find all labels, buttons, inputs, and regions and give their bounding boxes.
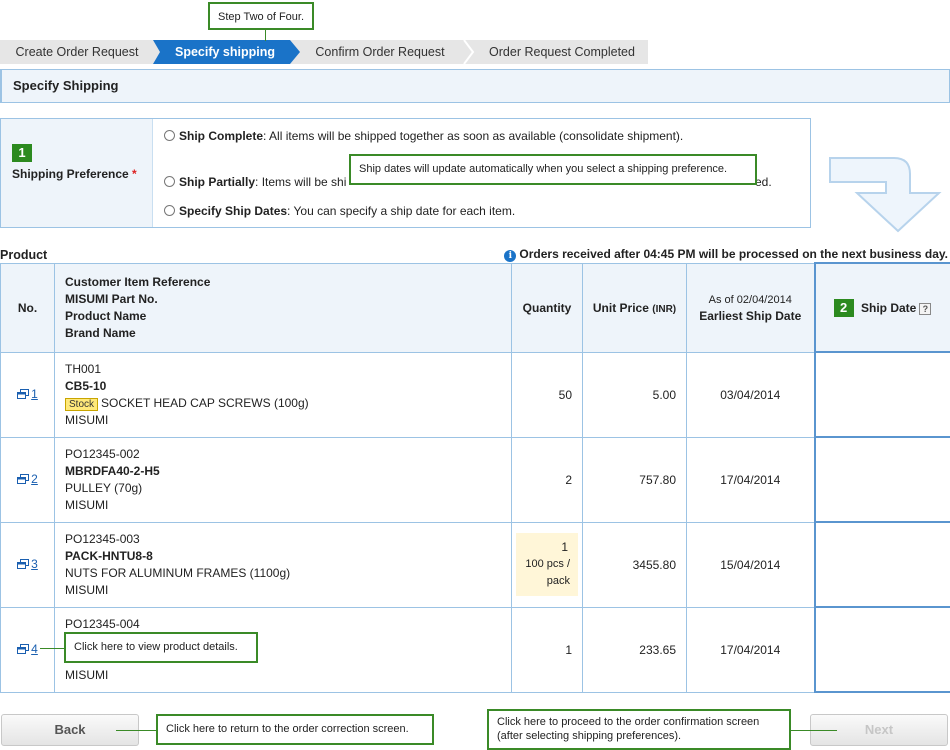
step-order-completed: Order Request Completed <box>489 45 635 59</box>
step-number-badge-2: 2 <box>833 298 854 317</box>
col-header-earliest-ship-date: As of 02/04/2014 Earliest Ship Date <box>686 262 815 353</box>
ship-date-cell[interactable] <box>813 521 950 608</box>
table-header-row: No. Customer Item Reference MISUMI Part … <box>0 262 950 353</box>
description-cell: TH001 CB5-10 Stock SOCKET HEAD CAP SCREWS… <box>54 351 512 438</box>
step-create-order: Create Order Request <box>15 45 139 59</box>
down-arrow-icon <box>829 157 942 233</box>
back-callout-leader <box>116 730 157 731</box>
quantity-cell: 1 100 pcs / pack <box>511 521 583 608</box>
product-details-callout-leader <box>40 648 64 649</box>
ship-complete-option[interactable]: Ship Complete: All items will be shipped… <box>164 129 683 143</box>
product-detail-link[interactable]: 2 <box>31 472 38 486</box>
back-callout: Click here to return to the order correc… <box>156 714 434 745</box>
ship-partially-desc-end: ed. <box>755 175 772 189</box>
open-window-icon[interactable] <box>17 473 30 487</box>
ship-dates-callout: Ship dates will update automatically whe… <box>349 154 757 185</box>
section-title: Specify Shipping <box>0 69 950 103</box>
step-number-badge-1: 1 <box>12 144 32 162</box>
col-header-unit-price: Unit Price (INR) <box>582 262 687 353</box>
earliest-ship-date-cell: 15/04/2014 <box>686 521 815 608</box>
unit-price-cell: 5.00 <box>582 351 687 438</box>
step-specify-shipping: Specify shipping <box>160 40 290 64</box>
quantity-cell: 1 <box>511 606 583 693</box>
row-no-cell: 2 <box>0 436 55 523</box>
col-header-description: Customer Item Reference MISUMI Part No. … <box>54 262 512 353</box>
product-details-callout: Click here to view product details. <box>64 632 258 663</box>
ship-complete-radio[interactable] <box>164 130 175 141</box>
product-table: No. Customer Item Reference MISUMI Part … <box>0 262 950 693</box>
description-cell: PO12345-003 PACK-HNTU8-8 NUTS FOR ALUMIN… <box>54 521 512 608</box>
step-confirm-order: Confirm Order Request <box>315 45 445 59</box>
ship-partially-radio[interactable] <box>164 176 175 187</box>
open-window-icon[interactable] <box>17 643 30 657</box>
product-detail-link[interactable]: 4 <box>31 642 38 656</box>
row-no-cell: 4 <box>0 606 55 693</box>
next-callout-leader <box>791 730 837 731</box>
ship-date-cell[interactable] <box>813 351 950 438</box>
product-heading: Product <box>0 248 48 262</box>
description-cell: PO12345-002 MBRDFA40-2-H5 PULLEY (70g) M… <box>54 436 512 523</box>
required-marker: * <box>132 167 137 181</box>
unit-price-cell: 233.65 <box>582 606 687 693</box>
open-window-icon[interactable] <box>17 558 30 572</box>
col-header-quantity: Quantity <box>511 262 583 353</box>
stock-badge: Stock <box>65 397 99 411</box>
table-row: 2 PO12345-002 MBRDFA40-2-H5 PULLEY (70g)… <box>0 436 950 523</box>
cutoff-notice: i Orders received after 04:45 PM will be … <box>504 247 948 262</box>
table-row: 1 TH001 CB5-10 Stock SOCKET HEAD CAP SCRE… <box>0 351 950 438</box>
open-window-icon[interactable] <box>17 388 30 402</box>
help-icon[interactable]: ? <box>919 302 932 315</box>
step-separator-chevron <box>463 40 475 64</box>
table-row: 3 PO12345-003 PACK-HNTU8-8 NUTS FOR ALUM… <box>0 521 950 608</box>
quantity-cell: 50 <box>511 351 583 438</box>
shipping-preference-label: Shipping Preference <box>12 167 129 181</box>
col-header-ship-date: 2 Ship Date? <box>813 262 950 353</box>
product-detail-link[interactable]: 3 <box>31 557 38 571</box>
row-no-cell: 1 <box>0 351 55 438</box>
product-detail-link[interactable]: 1 <box>31 387 38 401</box>
info-icon: i <box>504 250 517 262</box>
next-callout: Click here to proceed to the order confi… <box>487 709 791 750</box>
step-callout: Step Two of Four. <box>208 2 315 30</box>
shipping-preference-label-cell: 1 Shipping Preference * <box>1 119 153 227</box>
specify-ship-dates-radio[interactable] <box>164 205 175 216</box>
row-no-cell: 3 <box>0 521 55 608</box>
earliest-ship-date-cell: 03/04/2014 <box>686 351 815 438</box>
ship-date-cell[interactable] <box>813 606 950 693</box>
step-callout-leader <box>265 30 266 41</box>
step-active-arrow-tip <box>290 40 300 64</box>
step-callout-text: Step Two of Four. <box>218 11 305 23</box>
ship-partially-option[interactable]: Ship Partially: Items will be shi <box>164 175 346 189</box>
step-active-arrow <box>153 40 167 64</box>
quantity-pack-box: 1 100 pcs / pack <box>516 533 578 596</box>
progress-steps: Create Order Request Specify shipping Co… <box>0 40 648 64</box>
specify-ship-dates-option[interactable]: Specify Ship Dates: You can specify a sh… <box>164 204 515 218</box>
col-header-no: No. <box>0 262 55 353</box>
earliest-ship-date-cell: 17/04/2014 <box>686 436 815 523</box>
ship-date-cell[interactable] <box>813 436 950 523</box>
unit-price-cell: 757.80 <box>582 436 687 523</box>
earliest-ship-date-cell: 17/04/2014 <box>686 606 815 693</box>
unit-price-cell: 3455.80 <box>582 521 687 608</box>
quantity-cell: 2 <box>511 436 583 523</box>
